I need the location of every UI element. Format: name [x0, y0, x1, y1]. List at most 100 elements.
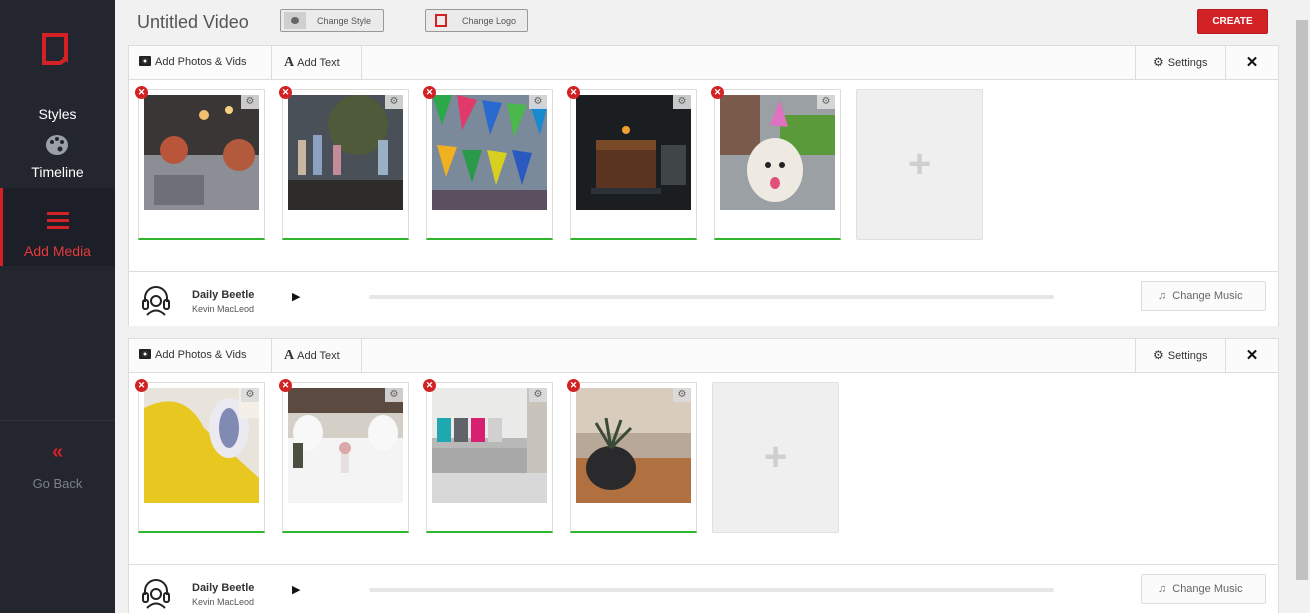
- slide-settings-icon[interactable]: ⚙: [817, 95, 835, 109]
- add-text-button[interactable]: A Add Text: [272, 46, 362, 79]
- slide-card[interactable]: ✕ ⚙: [279, 379, 409, 533]
- slide-thumbnail: [144, 95, 259, 210]
- gear-icon: ⚙: [1153, 55, 1164, 69]
- slide-card[interactable]: ✕ ⚙: [423, 379, 553, 533]
- slide-settings-icon[interactable]: ⚙: [241, 95, 259, 109]
- plus-icon: +: [907, 142, 932, 186]
- slide-card[interactable]: ✕ ⚙: [423, 86, 553, 240]
- slide-settings-icon[interactable]: ⚙: [385, 388, 403, 402]
- add-photos-button[interactable]: Add Photos & Vids: [129, 339, 272, 372]
- slide-card[interactable]: ✕ ⚙: [279, 86, 409, 240]
- slide-card[interactable]: ✕ ⚙: [567, 86, 697, 240]
- slide-settings-icon[interactable]: ⚙: [673, 388, 691, 402]
- scene-toolbar: Add Photos & Vids A Add Text ⚙ Settings ✕: [129, 46, 1278, 80]
- music-row: Daily Beetle Kevin MacLeod ▶ ♫ Change Mus…: [129, 271, 1278, 326]
- song-title: Daily Beetle: [192, 582, 255, 594]
- remove-slide-icon[interactable]: ✕: [279, 379, 292, 392]
- add-photos-label: Add Photos & Vids: [155, 56, 247, 68]
- change-logo-label: Change Logo: [462, 16, 517, 26]
- song-artist: Kevin MacLeod: [192, 304, 255, 314]
- song-artist: Kevin MacLeod: [192, 597, 255, 607]
- camera-icon: [139, 56, 151, 66]
- music-progress-bar[interactable]: [369, 295, 1054, 299]
- double-chevron-left-icon[interactable]: «: [0, 441, 115, 464]
- app-logo-icon[interactable]: [42, 33, 70, 65]
- slide-thumbnail: [432, 95, 547, 210]
- close-scene-button[interactable]: ✕: [1225, 339, 1278, 372]
- remove-slide-icon[interactable]: ✕: [711, 86, 724, 99]
- music-progress-bar[interactable]: [369, 588, 1054, 592]
- slide-thumbnail: [144, 388, 259, 503]
- remove-slide-icon[interactable]: ✕: [423, 86, 436, 99]
- slide-settings-icon[interactable]: ⚙: [529, 388, 547, 402]
- scene-panel: Add Photos & Vids A Add Text ⚙ Settings ✕ …: [128, 45, 1279, 326]
- song-title: Daily Beetle: [192, 289, 255, 301]
- plus-icon: +: [763, 435, 788, 479]
- close-scene-button[interactable]: ✕: [1225, 46, 1278, 79]
- add-text-label: Add Text: [297, 350, 340, 362]
- change-logo-button[interactable]: Change Logo: [425, 9, 528, 32]
- slide-settings-icon[interactable]: ⚙: [673, 95, 691, 109]
- create-button[interactable]: CREATE: [1197, 9, 1268, 34]
- slide-thumbnail: [576, 388, 691, 503]
- play-icon[interactable]: ▶: [292, 583, 300, 596]
- add-photos-button[interactable]: Add Photos & Vids: [129, 46, 272, 79]
- play-icon[interactable]: ▶: [292, 290, 300, 303]
- sidebar: Styles Timeline Add Media « Go Back: [0, 0, 115, 613]
- palette-icon: [284, 12, 306, 29]
- sidebar-divider: [0, 420, 115, 421]
- nav-add-media-label: Add Media: [24, 243, 91, 259]
- go-back-link[interactable]: Go Back: [0, 476, 115, 491]
- add-photos-label: Add Photos & Vids: [155, 349, 247, 361]
- video-title[interactable]: Untitled Video: [137, 12, 249, 33]
- slide-thumbnail: [288, 388, 403, 503]
- scene-toolbar: Add Photos & Vids A Add Text ⚙ Settings ✕: [129, 339, 1278, 373]
- change-music-button[interactable]: ♫ Change Music: [1141, 281, 1266, 311]
- nav-styles[interactable]: Styles: [0, 106, 115, 122]
- add-text-button[interactable]: A Add Text: [272, 339, 362, 372]
- slide-thumbnail: [720, 95, 835, 210]
- remove-slide-icon[interactable]: ✕: [423, 379, 436, 392]
- remove-slide-icon[interactable]: ✕: [279, 86, 292, 99]
- slide-card[interactable]: ✕ ⚙: [567, 379, 697, 533]
- settings-button[interactable]: ⚙ Settings: [1135, 46, 1225, 79]
- nav-add-media[interactable]: Add Media: [0, 188, 115, 266]
- slide-card[interactable]: ✕ ⚙: [135, 86, 265, 240]
- remove-slide-icon[interactable]: ✕: [567, 86, 580, 99]
- change-style-button[interactable]: Change Style: [280, 9, 384, 32]
- slide-thumbnail: [432, 388, 547, 503]
- topbar: Untitled Video Change Style Change Logo …: [115, 0, 1310, 44]
- add-slide-button[interactable]: +: [856, 89, 983, 240]
- camera-icon: [139, 349, 151, 359]
- music-note-icon: ♫: [1158, 583, 1167, 595]
- slide-settings-icon[interactable]: ⚙: [385, 95, 403, 109]
- settings-button[interactable]: ⚙ Settings: [1135, 339, 1225, 372]
- slide-thumbnail: [576, 95, 691, 210]
- hamburger-icon: [47, 212, 69, 230]
- headphones-icon: [142, 286, 170, 316]
- slide-settings-icon[interactable]: ⚙: [241, 388, 259, 402]
- change-style-label: Change Style: [317, 16, 372, 26]
- slide-card[interactable]: ✕ ⚙: [135, 379, 265, 533]
- remove-slide-icon[interactable]: ✕: [135, 379, 148, 392]
- slide-card[interactable]: ✕ ⚙: [711, 86, 841, 240]
- settings-label: Settings: [1167, 57, 1208, 69]
- page-scrollbar-thumb[interactable]: [1296, 20, 1308, 580]
- headphones-icon: [142, 579, 170, 609]
- scene-panel: Add Photos & Vids A Add Text ⚙ Settings ✕ …: [128, 338, 1279, 613]
- slide-settings-icon[interactable]: ⚙: [529, 95, 547, 109]
- remove-slide-icon[interactable]: ✕: [567, 379, 580, 392]
- change-music-label: Change Music: [1172, 290, 1243, 302]
- music-row: Daily Beetle Kevin MacLeod ▶ ♫ Change Mus…: [129, 564, 1278, 613]
- add-slide-button[interactable]: +: [712, 382, 839, 533]
- music-note-icon: ♫: [1158, 290, 1167, 302]
- change-music-button[interactable]: ♫ Change Music: [1141, 574, 1266, 604]
- remove-slide-icon[interactable]: ✕: [135, 86, 148, 99]
- font-icon: A: [284, 55, 295, 70]
- palette-icon: [46, 135, 68, 155]
- nav-timeline[interactable]: Timeline: [0, 164, 115, 180]
- font-icon: A: [284, 348, 295, 363]
- gear-icon: ⚙: [1153, 348, 1164, 362]
- settings-label: Settings: [1167, 350, 1208, 362]
- add-text-label: Add Text: [297, 57, 340, 69]
